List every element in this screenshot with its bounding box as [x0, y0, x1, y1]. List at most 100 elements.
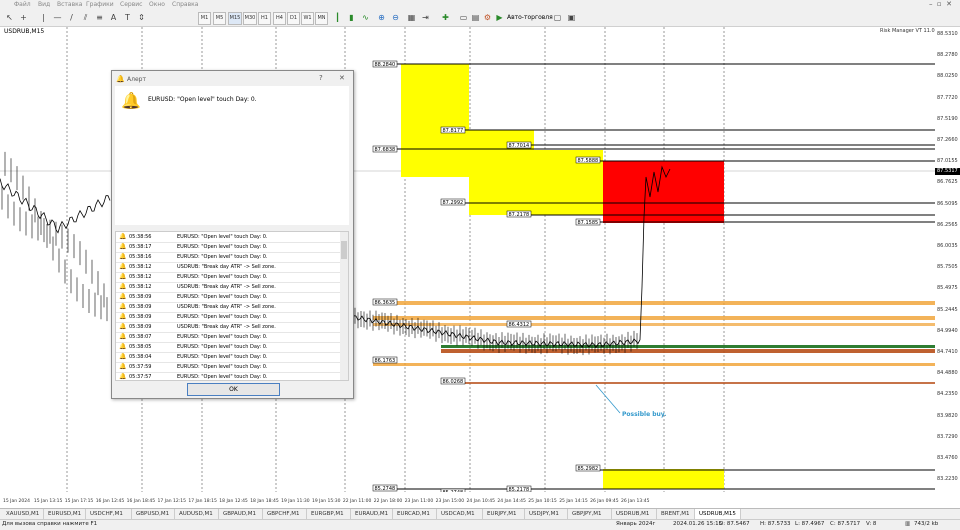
time-axis-label: 26 Jan 09:45 — [590, 499, 619, 504]
help-icon[interactable]: ? — [319, 74, 323, 82]
tf-mn[interactable]: MN — [315, 12, 328, 25]
chart-tab[interactable]: GBPAUD,M1 — [219, 509, 263, 519]
window-controls[interactable]: – ▫ ✕ — [929, 0, 952, 8]
status-open: O: 87.5467 — [719, 521, 750, 527]
alert-time: 05:37:57 — [129, 374, 152, 380]
cursor-icon[interactable]: ↖ — [4, 12, 15, 23]
scrollbar[interactable] — [340, 232, 348, 380]
chart-tab[interactable]: BRENT,M1 — [657, 509, 695, 519]
tf-m30[interactable]: M30 — [243, 12, 257, 25]
price-axis-label: 83.2230 — [937, 476, 958, 483]
chart-tab[interactable]: GBPCHF,M1 — [263, 509, 307, 519]
alert-text: EURUSD: "Open level" touch Day: 0. — [177, 234, 268, 240]
ok-button[interactable]: OK — [187, 383, 280, 396]
time-axis-label: 23 Jan 11:00 — [404, 499, 434, 504]
horizontal-line-icon[interactable]: — — [52, 12, 63, 23]
green-level — [441, 345, 935, 348]
scrollbar-thumb[interactable] — [341, 241, 347, 259]
periods-icon[interactable]: ▭ — [458, 12, 469, 23]
line-chart-icon[interactable]: ∿ — [360, 12, 371, 23]
indicators-icon[interactable]: ✚ — [440, 12, 451, 23]
label-icon[interactable]: T — [122, 12, 133, 23]
brown-level — [441, 382, 935, 384]
menu-window[interactable]: Окно — [149, 1, 165, 8]
candles-icon[interactable]: ▮ — [346, 12, 357, 23]
time-axis-label: 19 Jan 15:30 — [312, 499, 341, 504]
bell-icon: 🔔 — [119, 373, 127, 380]
bell-icon: 🔔 — [119, 283, 127, 290]
price-axis-label: 87.0155 — [937, 158, 958, 165]
tf-w1[interactable]: W1 — [301, 12, 314, 25]
price-axis-label: 84.2350 — [937, 391, 958, 398]
menu-charts[interactable]: Графики — [86, 1, 114, 8]
text-icon[interactable]: A — [108, 12, 119, 23]
orange-level — [373, 301, 935, 305]
tf-m5[interactable]: M5 — [213, 12, 226, 25]
zoom-out-icon[interactable]: ⊖ — [390, 12, 401, 23]
close-icon[interactable]: ✕ — [339, 74, 345, 82]
menu-help[interactable]: Справка — [172, 1, 198, 8]
chart-tab[interactable]: EURGBP,M1 — [307, 509, 351, 519]
strategy-tester-icon[interactable]: ⚙ — [482, 12, 493, 23]
trendline-icon[interactable]: / — [66, 12, 77, 23]
alert-text: EURUSD: "Open level" touch Day: 0. — [177, 354, 268, 360]
options-icon[interactable]: ▣ — [566, 12, 577, 23]
bar-chart-icon[interactable]: ┃ — [332, 12, 343, 23]
menu-tools[interactable]: Сервис — [120, 1, 142, 8]
price-axis-label: 88.2780 — [937, 52, 958, 59]
chart-tab[interactable]: USDJPY,M1 — [525, 509, 568, 519]
crosshair-icon[interactable]: + — [18, 12, 29, 23]
channel-icon[interactable]: ⫽ — [80, 12, 91, 23]
list-item[interactable]: 🔔 05:37:57 EURUSD: "Open level" touch Day:… — [116, 372, 341, 380]
tile-icon[interactable]: ▦ — [406, 12, 417, 23]
chart-tab[interactable]: USDCAD,M1 — [437, 509, 483, 519]
alert-text: EURUSD: "Open level" touch Day: 0. — [177, 374, 268, 380]
tf-m15[interactable]: M15 — [228, 12, 242, 25]
chart-tab[interactable]: EURCAD,M1 — [393, 509, 437, 519]
templates-icon[interactable]: ▤ — [470, 12, 481, 23]
alert-time: 05:38:09 — [129, 294, 152, 300]
alert-history-list[interactable]: 🔔 05:38:56 EURUSD: "Open level" touch Day:… — [115, 231, 349, 381]
alert-time: 05:38:56 — [129, 234, 152, 240]
bell-icon: 🔔 — [116, 75, 125, 83]
tf-d1[interactable]: D1 — [287, 12, 300, 25]
chart-tab[interactable]: USDRUB,M15 — [695, 509, 741, 519]
chart-tab[interactable]: EURUSD,M1 — [44, 509, 86, 519]
chart-tab[interactable]: GBPUSD,M1 — [132, 509, 175, 519]
window-icon[interactable]: ▢ — [552, 12, 563, 23]
level-value-label: 88.2840 — [375, 62, 396, 68]
menu-view[interactable]: Вид — [38, 1, 50, 8]
autoscroll-icon[interactable]: ⇥ — [420, 12, 431, 23]
tf-h1[interactable]: H1 — [258, 12, 271, 25]
time-axis-label: 17 Jan 18:15 — [188, 499, 217, 504]
alert-text: EURUSD: "Open level" touch Day: 0. — [177, 294, 268, 300]
chart-tab[interactable]: XAUUSD,M1 — [2, 509, 44, 519]
bell-icon: 🔔 — [119, 363, 127, 370]
level-value-label: 86.4312 — [509, 322, 530, 328]
alert-time: 05:38:05 — [129, 344, 152, 350]
time-axis-label: 24 Jan 10:45 — [466, 499, 496, 504]
chart-tab[interactable]: USDRUB,M1 — [612, 509, 657, 519]
alert-dialog: 🔔 Алерт ? ✕ 🔔 EURUSD: "Open level" touch… — [111, 70, 354, 399]
buy-zone — [603, 469, 724, 489]
menu-insert[interactable]: Вставка — [57, 1, 82, 8]
chart-tab[interactable]: GBPJPY,M1 — [568, 509, 612, 519]
vertical-line-icon[interactable]: | — [38, 12, 49, 23]
zoom-in-icon[interactable]: ⊕ — [376, 12, 387, 23]
chart-tab[interactable]: AUDUSD,M1 — [175, 509, 219, 519]
bell-icon: 🔔 — [119, 313, 127, 320]
arrows-icon[interactable]: ⇕ — [136, 12, 147, 23]
tf-m1[interactable]: M1 — [198, 12, 211, 25]
chart-tab[interactable]: EURAUD,M1 — [351, 509, 393, 519]
menu-file[interactable]: Файл — [14, 1, 31, 8]
orange-level — [373, 316, 935, 320]
alert-text: EURUSD: "Open level" touch Day: 0. — [177, 274, 268, 280]
autotrade-icon[interactable]: ▶ — [494, 12, 505, 23]
time-axis-label: 17 Jan 12:15 — [157, 499, 187, 504]
tf-h4[interactable]: H4 — [273, 12, 286, 25]
fibo-icon[interactable]: ≡ — [94, 12, 105, 23]
autotrade-label[interactable]: Авто-торговля — [507, 14, 553, 21]
chart-tab[interactable]: USDCHF,M1 — [86, 509, 132, 519]
chart-tab[interactable]: EURJPY,M1 — [483, 509, 525, 519]
alert-text: EURUSD: "Open level" touch Day: 0. — [177, 254, 268, 260]
